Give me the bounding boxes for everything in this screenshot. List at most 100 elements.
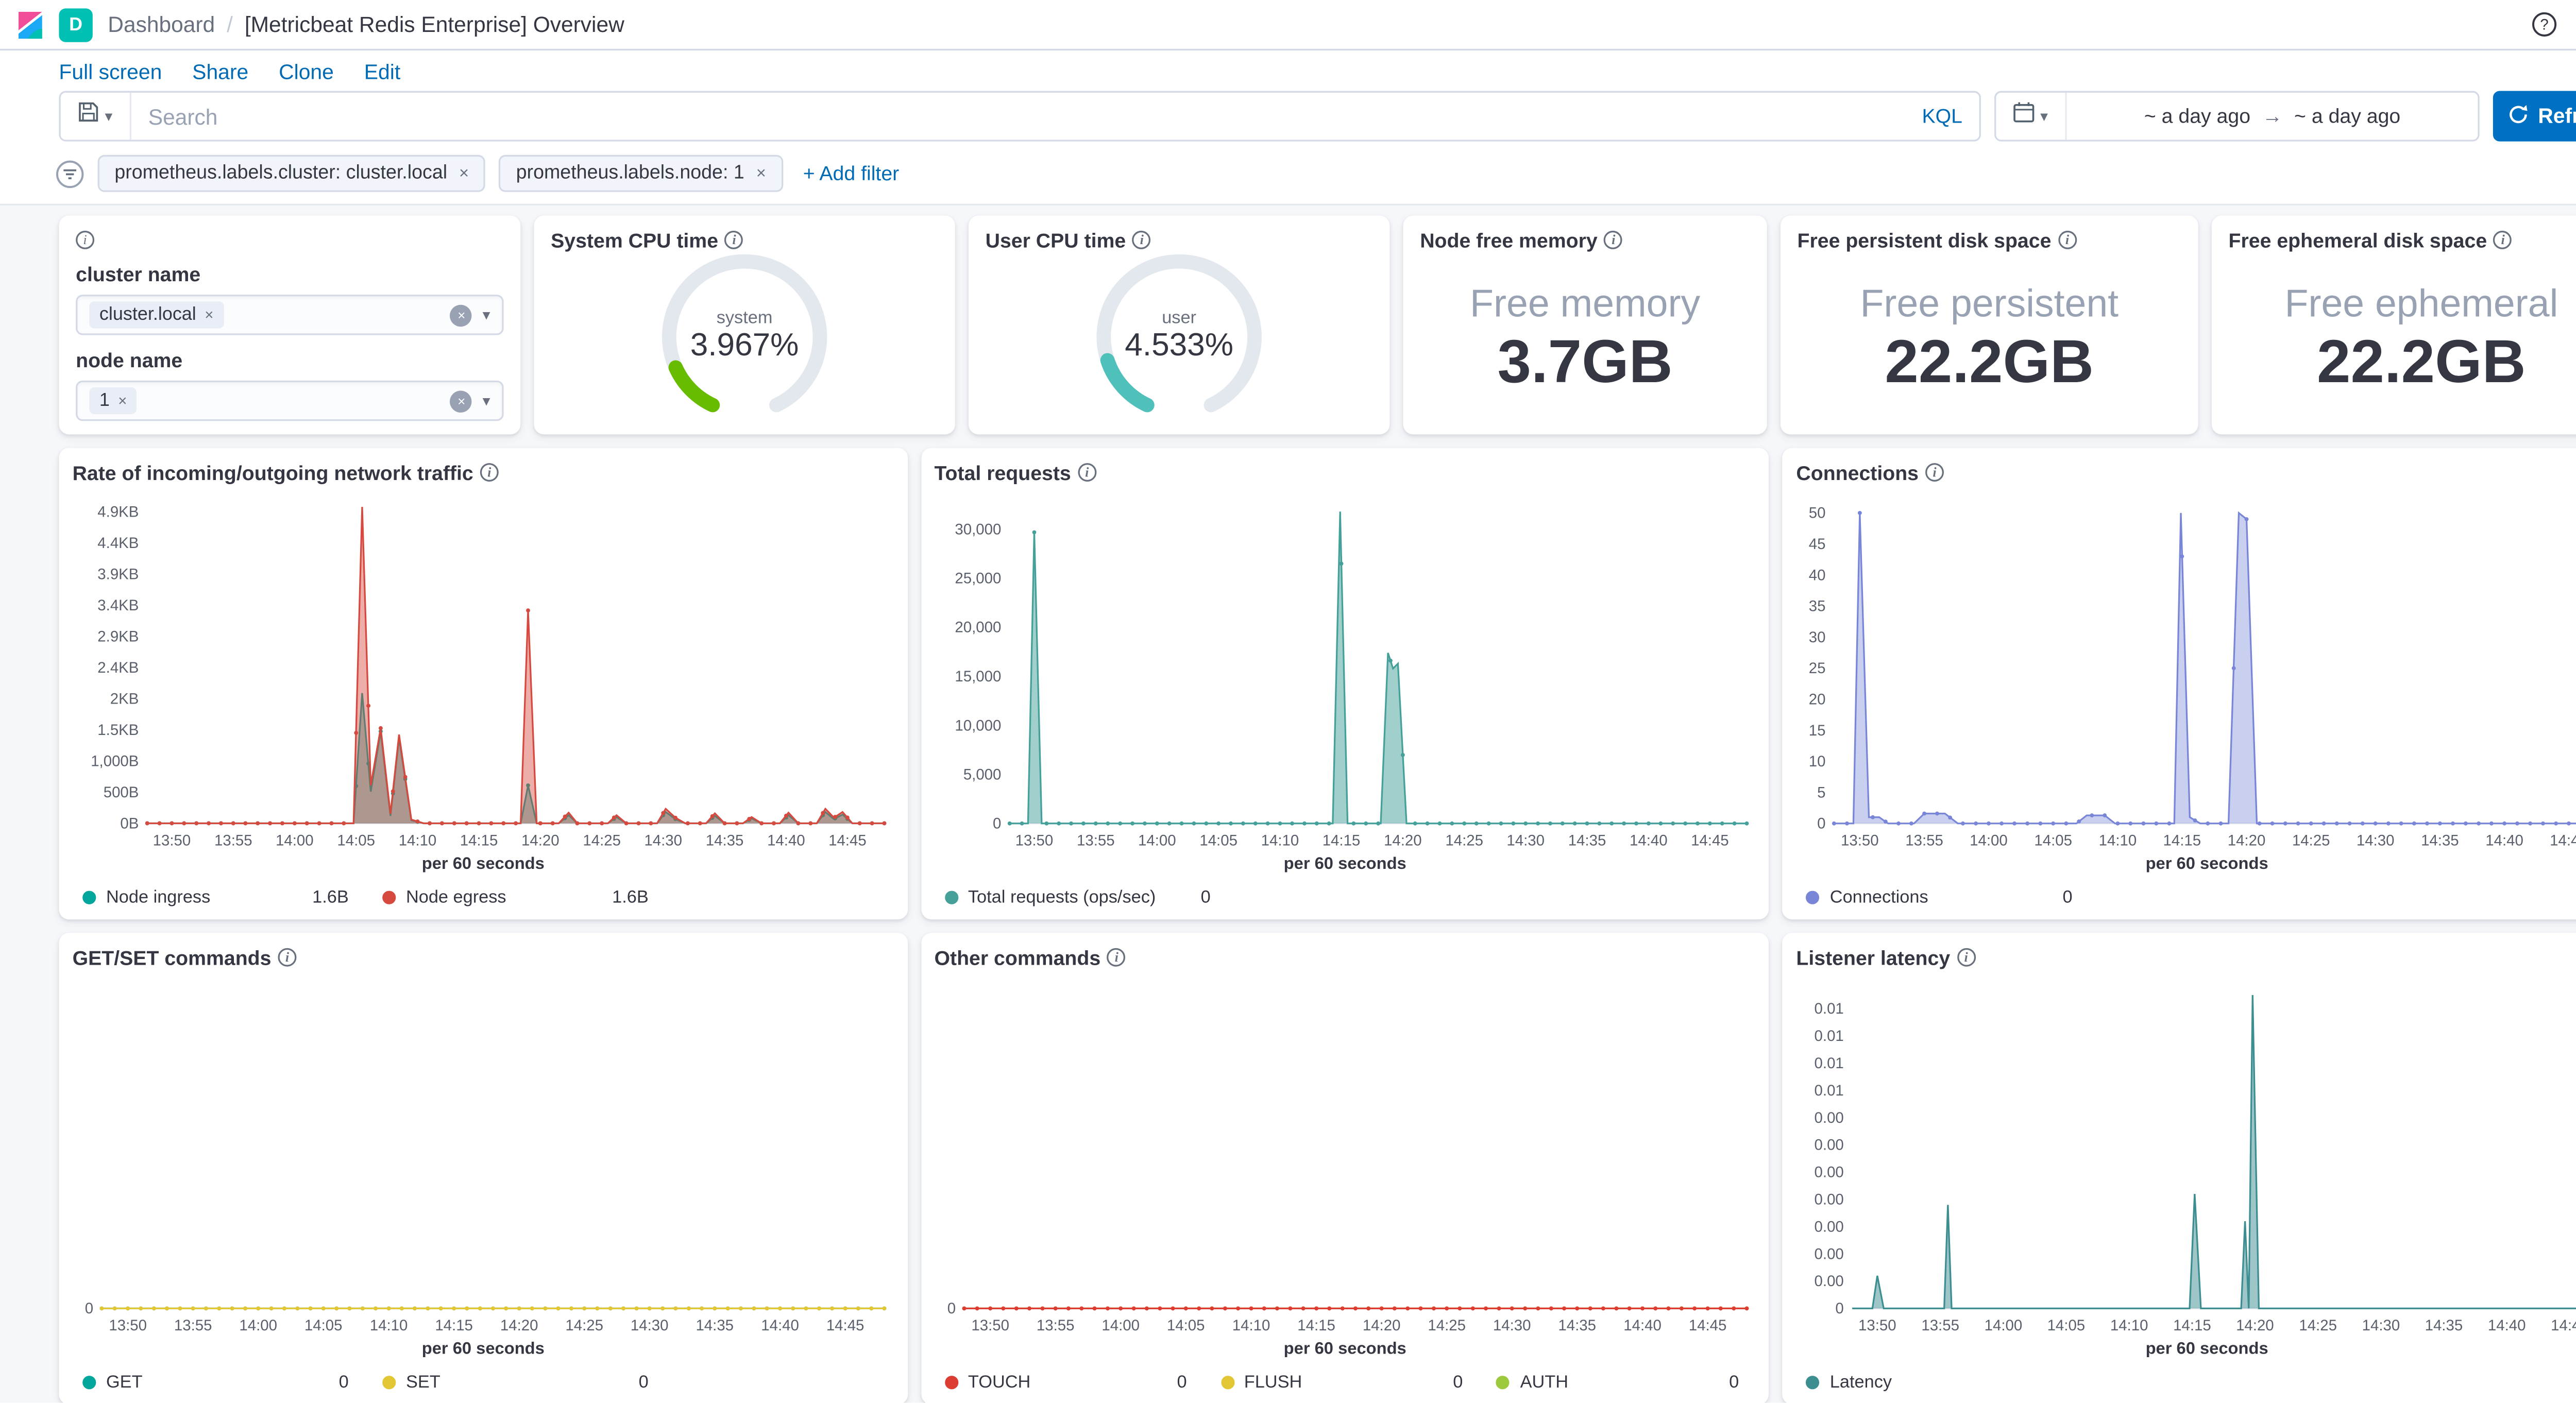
clone-link[interactable]: Clone	[279, 61, 334, 81]
date-range-display[interactable]: ~ a day ago → ~ a day ago	[2067, 93, 2478, 140]
legend-item[interactable]: Connections0	[1806, 886, 2079, 906]
close-icon[interactable]: ×	[756, 164, 766, 183]
legend-label: Node ingress	[106, 886, 210, 906]
svg-text:0: 0	[1818, 816, 1826, 833]
legend-item[interactable]: Total requests (ops/sec)0	[944, 886, 1217, 906]
svg-text:25: 25	[1809, 660, 1826, 677]
date-from[interactable]: ~ a day ago	[2144, 105, 2250, 128]
svg-text:14:20: 14:20	[1362, 1318, 1400, 1334]
close-icon[interactable]: ×	[459, 164, 469, 183]
node-name-select[interactable]: 1 × × ▾	[76, 381, 503, 421]
clear-selection-icon[interactable]: ×	[450, 304, 472, 326]
total-requests-chart[interactable]: 05,00010,00015,00020,00025,00030,00013:5…	[934, 492, 1755, 854]
info-icon[interactable]: i	[2058, 231, 2077, 249]
chart-svg: 05,00010,00015,00020,00025,00030,00013:5…	[934, 492, 1756, 854]
kibana-logo[interactable]	[17, 11, 44, 38]
date-to[interactable]: ~ a day ago	[2294, 105, 2400, 128]
chevron-down-icon[interactable]: ▾	[483, 305, 490, 324]
clear-selection-icon[interactable]: ×	[450, 390, 472, 412]
cluster-value-pill: cluster.local ×	[89, 301, 224, 328]
info-icon[interactable]: i	[278, 948, 297, 967]
node-value-label: 1	[99, 391, 110, 411]
svg-text:2.4KB: 2.4KB	[97, 660, 139, 677]
breadcrumb-dashboard[interactable]: Dashboard	[108, 12, 215, 37]
space-avatar[interactable]: D	[59, 8, 92, 41]
panel-system-cpu-time: System CPU timei system 3.967%	[534, 215, 955, 434]
date-quick-select-button[interactable]: ▾	[1996, 93, 2066, 140]
svg-text:0.01: 0.01	[1815, 1001, 1844, 1018]
filter-pill-cluster[interactable]: prometheus.labels.cluster: cluster.local…	[98, 155, 486, 192]
legend-dot-icon	[1497, 1375, 1510, 1389]
listener-latency-chart[interactable]: 00.000.000.000.000.000.000.000.010.010.0…	[1796, 978, 2576, 1339]
metric-value: 3.7GB	[1497, 330, 1672, 393]
svg-text:3.9KB: 3.9KB	[97, 567, 139, 584]
filter-pill-node[interactable]: prometheus.labels.node: 1 ×	[499, 155, 783, 192]
svg-text:14:00: 14:00	[1138, 833, 1176, 850]
search-input[interactable]	[131, 104, 1905, 129]
svg-text:14:05: 14:05	[304, 1318, 343, 1334]
svg-text:14:05: 14:05	[2048, 1318, 2086, 1334]
svg-text:4.9KB: 4.9KB	[97, 504, 139, 521]
remove-value-icon[interactable]: ×	[118, 392, 127, 409]
legend-item[interactable]: AUTH0	[1497, 1372, 1746, 1392]
legend-item[interactable]: Node ingress 1.6B	[82, 886, 355, 906]
filter-icon[interactable]	[56, 159, 84, 188]
legend-item[interactable]: SET0	[382, 1372, 655, 1392]
kql-button[interactable]: KQL	[1905, 105, 1979, 128]
breadcrumb: Dashboard / [Metricbeat Redis Enterprise…	[108, 12, 624, 37]
info-icon[interactable]: i	[1132, 231, 1151, 249]
info-icon[interactable]: i	[76, 231, 94, 249]
legend-item[interactable]: TOUCH0	[944, 1372, 1194, 1392]
info-icon[interactable]: i	[480, 463, 499, 482]
network-traffic-chart[interactable]: 0B500B1,000B1.5KB2KB2.4KB2.9KB3.4KB3.9KB…	[73, 492, 894, 854]
svg-text:2.9KB: 2.9KB	[97, 629, 139, 646]
chart-svg: 0B500B1,000B1.5KB2KB2.4KB2.9KB3.4KB3.9KB…	[73, 492, 895, 854]
panel-user-cpu-time: User CPU timei user 4.533%	[969, 215, 1389, 434]
chevron-down-icon[interactable]: ▾	[483, 391, 490, 410]
info-icon[interactable]: i	[1957, 948, 1975, 967]
svg-text:15: 15	[1809, 723, 1826, 740]
legend-value: 1.6B	[312, 886, 355, 906]
info-icon[interactable]: i	[2494, 231, 2512, 249]
info-icon[interactable]: i	[1078, 463, 1096, 482]
refresh-button[interactable]: Refresh	[2493, 91, 2576, 142]
panel-listener-latency: Listener latencyi 00.000.000.000.000.000…	[1783, 933, 2576, 1402]
legend-item[interactable]: FLUSH0	[1221, 1372, 1470, 1392]
gauge-value: 4.533%	[1125, 329, 1233, 367]
panel-controls: i cluster name cluster.local × × ▾ node …	[59, 215, 520, 434]
info-icon[interactable]: i	[725, 231, 743, 249]
svg-text:14:35: 14:35	[706, 833, 744, 850]
panel-title: Free ephemeral disk space	[2229, 229, 2487, 253]
calendar-icon	[2013, 101, 2036, 131]
share-link[interactable]: Share	[192, 61, 248, 81]
add-filter-button[interactable]: + Add filter	[803, 162, 900, 185]
svg-text:14:10: 14:10	[399, 833, 437, 850]
svg-text:14:25: 14:25	[565, 1318, 603, 1334]
legend-item[interactable]: GET0	[82, 1372, 355, 1392]
help-icon[interactable]: ?	[2532, 12, 2557, 37]
cluster-name-select[interactable]: cluster.local × × ▾	[76, 295, 503, 335]
remove-value-icon[interactable]: ×	[205, 306, 213, 323]
cluster-name-label: cluster name	[76, 263, 503, 286]
svg-text:0.00: 0.00	[1815, 1137, 1844, 1154]
svg-text:13:55: 13:55	[1076, 833, 1114, 850]
legend-dot-icon	[82, 1375, 96, 1389]
legend-item[interactable]: Latency	[1806, 1372, 2079, 1392]
info-icon[interactable]: i	[1107, 948, 1126, 967]
legend-item[interactable]: Node egress1.6B	[382, 886, 655, 906]
panel-title: User CPU time	[986, 229, 1126, 253]
gauge-label: system	[690, 307, 799, 329]
chart-legend: Node ingress 1.6B Node egress1.6B	[73, 876, 894, 909]
save-query-button[interactable]: ▾	[61, 93, 131, 140]
get-set-commands-chart[interactable]: 013:5013:5514:0014:0514:1014:1514:2014:2…	[73, 978, 894, 1339]
refresh-icon	[2507, 104, 2528, 129]
save-icon	[78, 101, 100, 131]
full-screen-link[interactable]: Full screen	[59, 61, 162, 81]
legend-value: 0	[2063, 886, 2079, 906]
edit-link[interactable]: Edit	[364, 61, 400, 81]
other-commands-chart[interactable]: 013:5013:5514:0014:0514:1014:1514:2014:2…	[934, 978, 1755, 1339]
info-icon[interactable]: i	[1604, 231, 1623, 249]
connections-chart[interactable]: 0510152025303540455013:5013:5514:0014:05…	[1796, 492, 2576, 854]
kibana-dashboard-app: D Dashboard / [Metricbeat Redis Enterpri…	[0, 0, 2576, 1394]
info-icon[interactable]: i	[1925, 463, 1944, 482]
